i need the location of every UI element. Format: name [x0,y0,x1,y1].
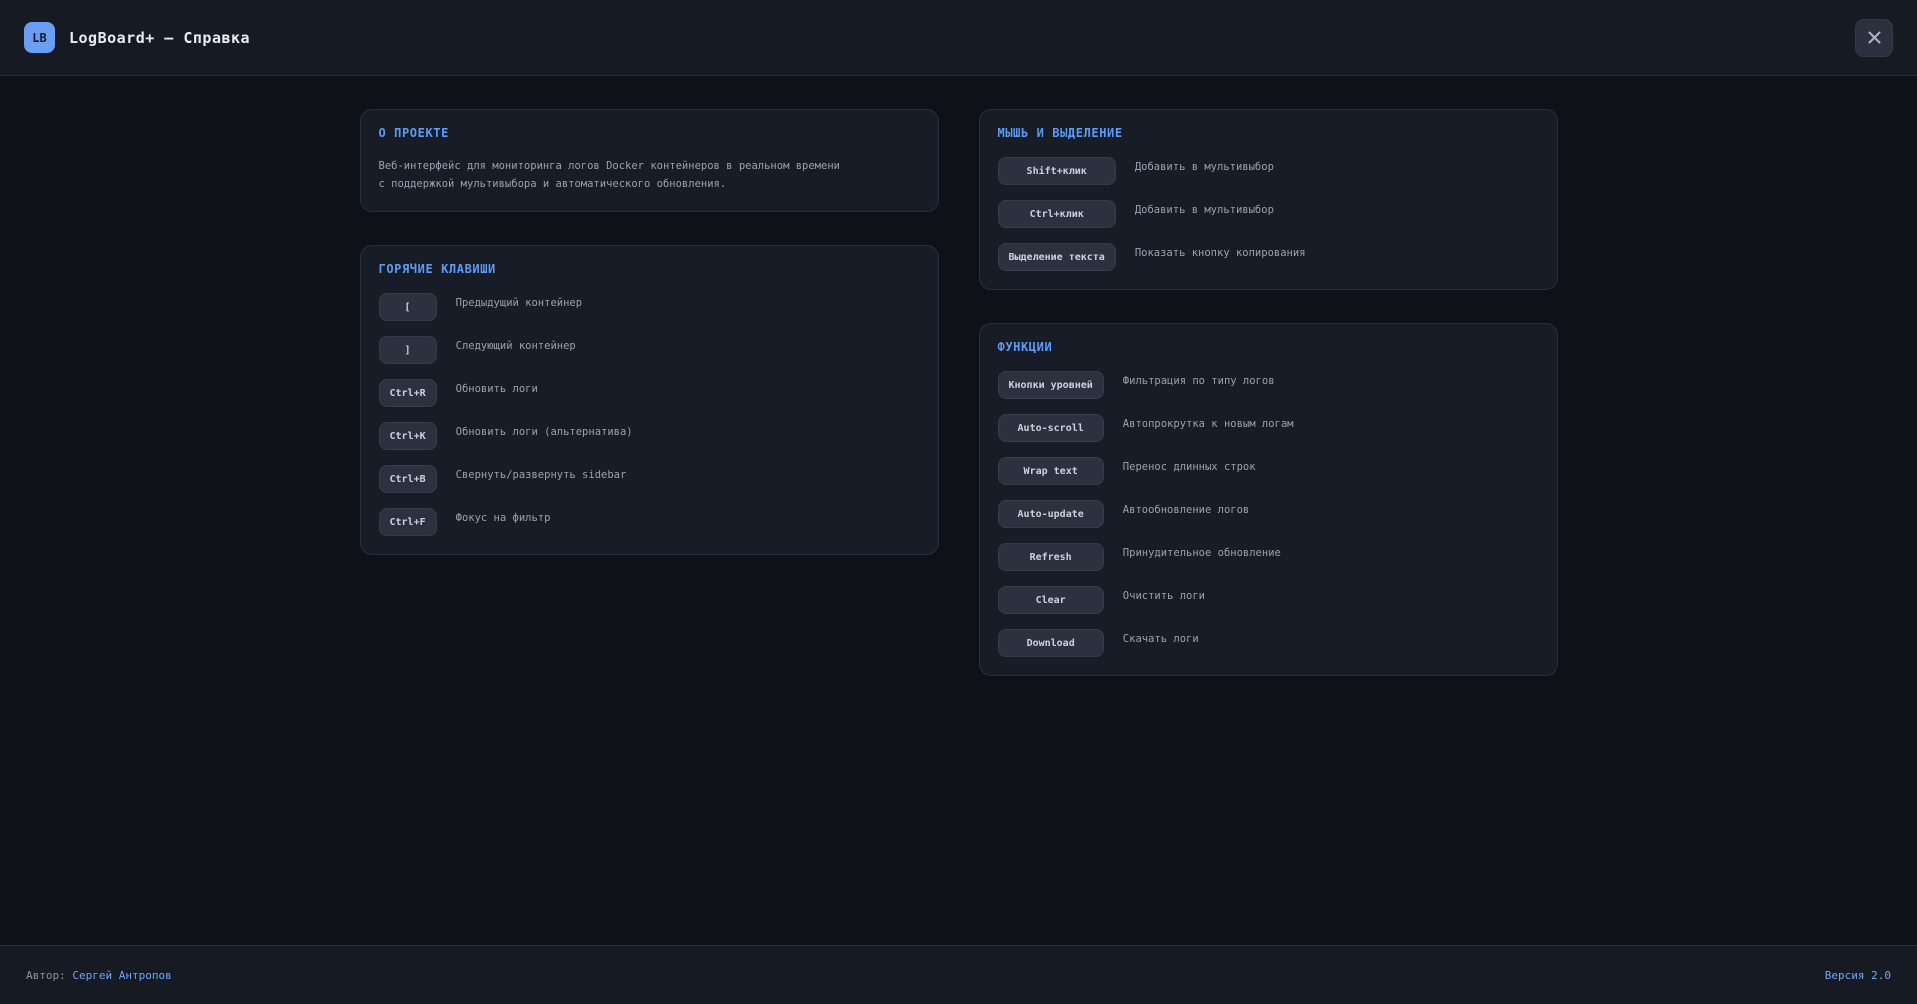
about-card-title: О ПРОЕКТЕ [379,126,920,140]
functions-list: Кнопки уровней Фильтрация по типу логов … [998,371,1539,657]
mouse-card-title: МЫШЬ И ВЫДЕЛЕНИЕ [998,126,1539,140]
page-title: LogBoard+ — Справка [69,29,250,47]
key-badge: Ctrl+R [379,379,437,407]
close-icon [1868,31,1881,44]
key-badge: Ctrl+B [379,465,437,493]
key-description: Принудительное обновление [1123,546,1539,560]
key-badge: Download [998,629,1104,657]
key-description: Добавить в мультивыбор [1135,160,1539,174]
hotkeys-card: ГОРЯЧИЕ КЛАВИШИ [ Предыдущий контейнер ]… [360,245,939,555]
author-link[interactable]: Сергей Антропов [72,969,171,982]
key-description: Обновить логи [456,382,920,396]
key-badge: Ctrl+клик [998,200,1116,228]
key-badge: Ctrl+K [379,422,437,450]
key-badge: Кнопки уровней [998,371,1104,399]
key-description: Фокус на фильтр [456,511,920,525]
key-badge: Auto-scroll [998,414,1104,442]
mouse-card: МЫШЬ И ВЫДЕЛЕНИЕ Shift+клик Добавить в м… [979,109,1558,290]
close-button[interactable] [1855,19,1893,57]
key-badge: [ [379,293,437,321]
right-column: МЫШЬ И ВЫДЕЛЕНИЕ Shift+клик Добавить в м… [979,109,1558,676]
key-description: Скачать логи [1123,632,1539,646]
hotkeys-card-title: ГОРЯЧИЕ КЛАВИШИ [379,262,920,276]
columns: О ПРОЕКТЕ Веб-интерфейс для мониторинга … [360,109,1558,676]
help-content: О ПРОЕКТЕ Веб-интерфейс для мониторинга … [0,76,1917,945]
key-description: Свернуть/развернуть sidebar [456,468,920,482]
functions-card: ФУНКЦИИ Кнопки уровней Фильтрация по тип… [979,323,1558,676]
key-description: Добавить в мультивыбор [1135,203,1539,217]
left-column: О ПРОЕКТЕ Веб-интерфейс для мониторинга … [360,109,939,555]
key-badge: Ctrl+F [379,508,437,536]
about-card: О ПРОЕКТЕ Веб-интерфейс для мониторинга … [360,109,939,212]
key-badge: Shift+клик [998,157,1116,185]
footer-bar: Автор: Сергей Антропов Версия 2.0 [0,945,1917,1004]
key-description: Автопрокрутка к новым логам [1123,417,1539,431]
key-badge: Clear [998,586,1104,614]
key-description: Фильтрация по типу логов [1123,374,1539,388]
key-badge: Refresh [998,543,1104,571]
mouse-list: Shift+клик Добавить в мультивыбор Ctrl+к… [998,157,1539,271]
functions-card-title: ФУНКЦИИ [998,340,1539,354]
key-description: Предыдущий контейнер [456,296,920,310]
key-badge: Wrap text [998,457,1104,485]
key-description: Очистить логи [1123,589,1539,603]
key-description: Автообновление логов [1123,503,1539,517]
author-line: Автор: Сергей Антропов [26,969,172,982]
key-description: Перенос длинных строк [1123,460,1539,474]
header-bar: LB LogBoard+ — Справка [0,0,1917,76]
app-logo: LB [24,22,55,53]
key-description: Следующий контейнер [456,339,920,353]
author-label: Автор: [26,969,66,982]
key-description: Показать кнопку копирования [1135,246,1539,260]
key-description: Обновить логи (альтернатива) [456,425,920,439]
hotkeys-list: [ Предыдущий контейнер ] Следующий конте… [379,293,920,536]
key-badge: ] [379,336,437,364]
key-badge: Выделение текста [998,243,1116,271]
about-description: Веб-интерфейс для мониторинга логов Dock… [379,157,920,193]
key-badge: Auto-update [998,500,1104,528]
version-label: Версия 2.0 [1825,969,1891,982]
